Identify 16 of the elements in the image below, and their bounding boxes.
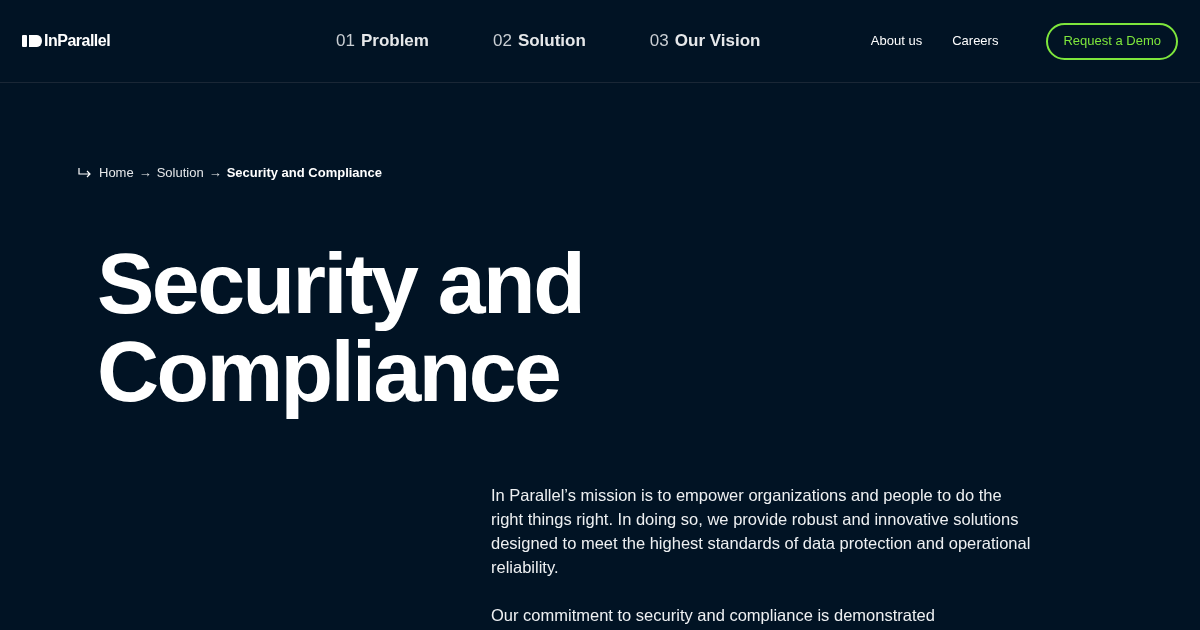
nav-link[interactable]: About us	[870, 31, 923, 51]
return-arrow-icon	[78, 167, 92, 178]
breadcrumb-link[interactable]: Home	[99, 163, 134, 183]
breadcrumb-separator: →	[138, 164, 152, 182]
breadcrumb-link[interactable]: Solution	[156, 163, 204, 183]
breadcrumb-current: Security and Compliance	[226, 164, 382, 182]
nav-link[interactable]: 02 Solution	[492, 28, 586, 54]
logo-text[interactable]: InParallel	[44, 29, 111, 53]
body-paragraph: In Parallel’s mission is to empower organizations and people to do the right things right. In doing so, we provide robust and innovative solutions designed to meet the highest standards of data protection and operational reliability.	[491, 484, 1032, 578]
nav-link[interactable]: 03 Our Vision	[649, 28, 761, 54]
breadcrumb-separator: →	[208, 164, 222, 182]
body-paragraph: Our commitment to security and compliance is demonstrated	[491, 604, 936, 626]
logo-icon	[22, 35, 42, 47]
request-demo-button[interactable]: Request a Demo	[1046, 22, 1178, 60]
nav-link[interactable]: Careers	[952, 31, 999, 51]
nav-link[interactable]: 01 Problem	[336, 28, 429, 54]
